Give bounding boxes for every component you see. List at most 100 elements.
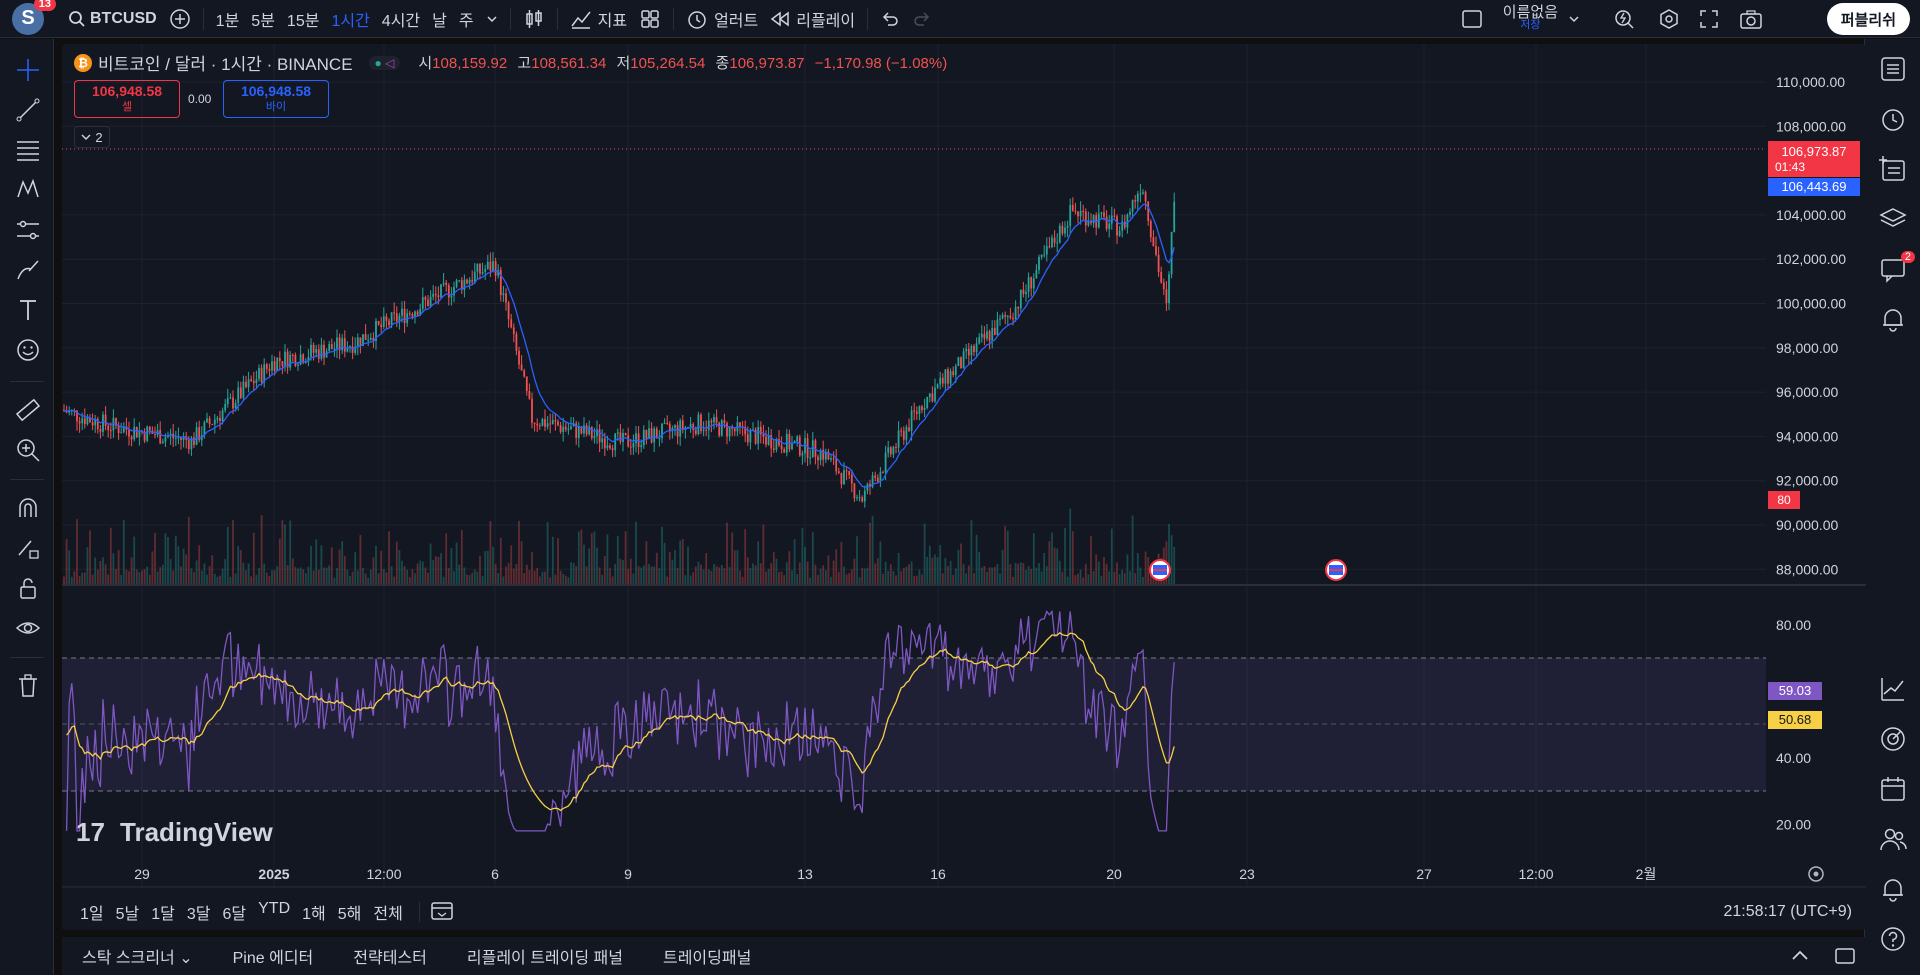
chevron-up-icon[interactable] [1790,946,1810,966]
economic-event-marker[interactable] [1325,559,1347,581]
symbol-search[interactable]: BTCUSD [62,0,163,38]
volume-bar [141,570,143,584]
date-range-button[interactable] [430,899,454,926]
candle-body [554,420,557,422]
calendar-button[interactable] [1879,775,1907,803]
layouts-button[interactable] [633,0,667,38]
compare-symbol-button[interactable] [163,0,197,38]
bottom-tab[interactable]: 스탁 스크리너 ⌄ [62,944,213,968]
stay-drawing-tool[interactable] [15,535,41,561]
timeframe-button[interactable]: 1시간 [325,0,375,38]
volume-bar [437,556,440,584]
pattern-tool[interactable] [15,177,41,203]
redo-button[interactable] [906,0,938,38]
timeframe-button[interactable]: 15분 [281,0,326,38]
text-tool[interactable] [15,297,41,323]
emoji-tool[interactable] [15,337,41,363]
timeframe-button[interactable]: 4시간 [376,0,426,38]
range-button[interactable]: 1해 [296,900,332,924]
timezone-clock[interactable]: 21:58:17 (UTC+9) [1723,903,1852,921]
help-button[interactable] [1879,925,1907,953]
range-button[interactable]: 5해 [332,900,368,924]
forecast-tool[interactable] [15,217,41,243]
symbol-title[interactable]: 비트코인 / 달러 · 1시간 · BINANCE [98,50,353,75]
alert-button[interactable]: 얼러트 [680,0,764,38]
avatar-letter: S [21,7,35,29]
axis-settings-button[interactable] [1808,866,1824,882]
divider [10,381,44,382]
snapshot-button[interactable] [1739,8,1763,35]
replay-button[interactable]: 리플레이 [764,0,861,38]
bottom-tab[interactable]: 리플레이 트레이딩 패널 [447,944,643,968]
lock-drawings-tool[interactable] [15,575,41,601]
object-tree-button[interactable] [1879,155,1907,183]
range-button[interactable]: 1달 [145,900,181,924]
magnet-tool[interactable] [15,495,41,521]
market-status-icon[interactable]: ● ◁ [368,55,401,70]
community-button[interactable] [1879,825,1907,853]
candle-body [887,447,890,453]
candle-body [445,282,448,286]
timeframe-button[interactable]: 날 [426,0,453,38]
range-button[interactable]: 전체 [367,900,408,924]
brush-tool[interactable] [15,257,41,283]
volume-bar [718,567,721,584]
timeframe-button[interactable]: 주 [453,0,480,38]
volume-bar [473,569,476,584]
alerts-panel-button[interactable] [1879,105,1907,133]
maximize-panel-icon[interactable] [1834,946,1856,966]
watchlist-button[interactable] [1879,55,1907,83]
bottom-tab[interactable]: Pine 에디터 [213,944,334,968]
timeframe-button[interactable]: 1분 [210,0,246,38]
candle-body [874,475,877,478]
timeframe-button[interactable]: 5분 [245,0,281,38]
quick-search-button[interactable] [1613,8,1635,35]
ideas-button[interactable] [1879,725,1907,753]
candle-body [128,429,130,437]
ruler-tool[interactable] [15,397,41,423]
chats-button[interactable]: 2 [1879,251,1915,283]
fullscreen-button[interactable] [1698,8,1720,35]
volume-bar [806,561,809,584]
user-avatar[interactable]: S 13 [12,0,56,35]
bottom-tab[interactable]: 전략테스터 [333,944,447,968]
publish-button[interactable]: 퍼블리쉬 [1826,3,1910,35]
zoom-tool[interactable] [15,437,41,463]
chart-area[interactable]: 110,000.00 108,000.00 104,000.00 102,000.00… [62,44,1866,930]
indicators-collapse-button[interactable]: 2 [74,126,110,148]
sell-button[interactable]: 106,948.58 셀 [74,80,180,118]
range-button[interactable]: YTD [252,900,296,924]
fib-tool[interactable] [15,137,41,163]
volume-bar [702,569,705,584]
moving-average-line [63,203,1175,488]
volume-bar [809,577,812,584]
layout-selector[interactable]: 이름없음 저장 [1461,0,1580,38]
undo-button[interactable] [874,0,906,38]
layers-button[interactable] [1879,205,1907,233]
settings-button[interactable] [1658,8,1680,35]
volume-bar [224,559,227,584]
candle-body [135,426,138,438]
remove-drawings-tool[interactable] [15,673,41,699]
range-button[interactable]: 6달 [217,900,253,924]
candle-body [486,261,489,269]
notifications-button[interactable] [1879,305,1907,333]
volume-bar [356,570,359,584]
crosshair-tool[interactable] [15,57,41,83]
indicators-button[interactable]: 지표 [564,0,633,38]
buy-button[interactable]: 106,948.58 바이 [223,80,329,118]
volume-bar [1040,571,1043,584]
hide-drawings-tool[interactable] [15,615,41,641]
price-chart-canvas[interactable]: 110,000.00 108,000.00 104,000.00 102,000.00… [62,44,1866,930]
bottom-tab[interactable]: 트레이딩패널 [643,944,771,968]
notifications-panel-button[interactable] [1879,875,1907,903]
chart-type-button[interactable] [517,0,551,38]
range-button[interactable]: 1일 [74,900,110,924]
range-button[interactable]: 5날 [110,900,146,924]
timeframe-dropdown[interactable] [480,0,504,38]
volume-bar [167,536,169,584]
economic-event-marker[interactable] [1149,559,1171,581]
range-button[interactable]: 3달 [181,900,217,924]
trendline-tool[interactable] [15,97,41,123]
strategy-button[interactable] [1879,675,1907,703]
